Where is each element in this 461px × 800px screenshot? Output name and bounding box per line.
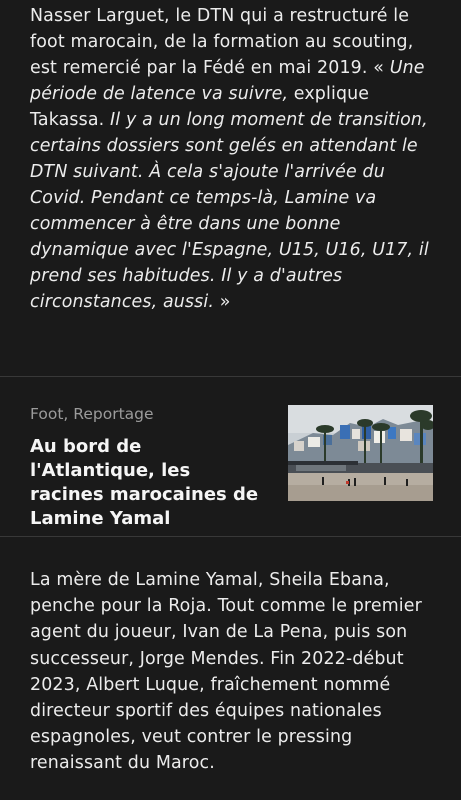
related-article-thumbnail[interactable]: [288, 405, 433, 501]
divider: [0, 536, 461, 537]
quote-close-mark: »: [214, 292, 231, 312]
related-article-category: Foot, Reportage: [30, 405, 154, 423]
quote-italic-text: Il y a un long moment de transition, cer…: [30, 110, 429, 312]
related-article-card[interactable]: Foot, Reportage Au bord de l'Atlantique,…: [0, 377, 461, 536]
thumbnail-image: [288, 405, 433, 501]
article-body: Nasser Larguet, le DTN qui a restructuré…: [0, 0, 461, 800]
quote-open-mark: «: [373, 58, 390, 78]
related-article-title[interactable]: Au bord de l'Atlantique, les racines mar…: [30, 435, 270, 531]
article-paragraph: La mère de Lamine Yamal, Sheila Ebana, p…: [30, 570, 422, 774]
paragraph-text: Nasser Larguet, le DTN qui a restructuré…: [30, 6, 414, 78]
article-paragraph-quote: Nasser Larguet, le DTN qui a restructuré…: [0, 3, 461, 315]
